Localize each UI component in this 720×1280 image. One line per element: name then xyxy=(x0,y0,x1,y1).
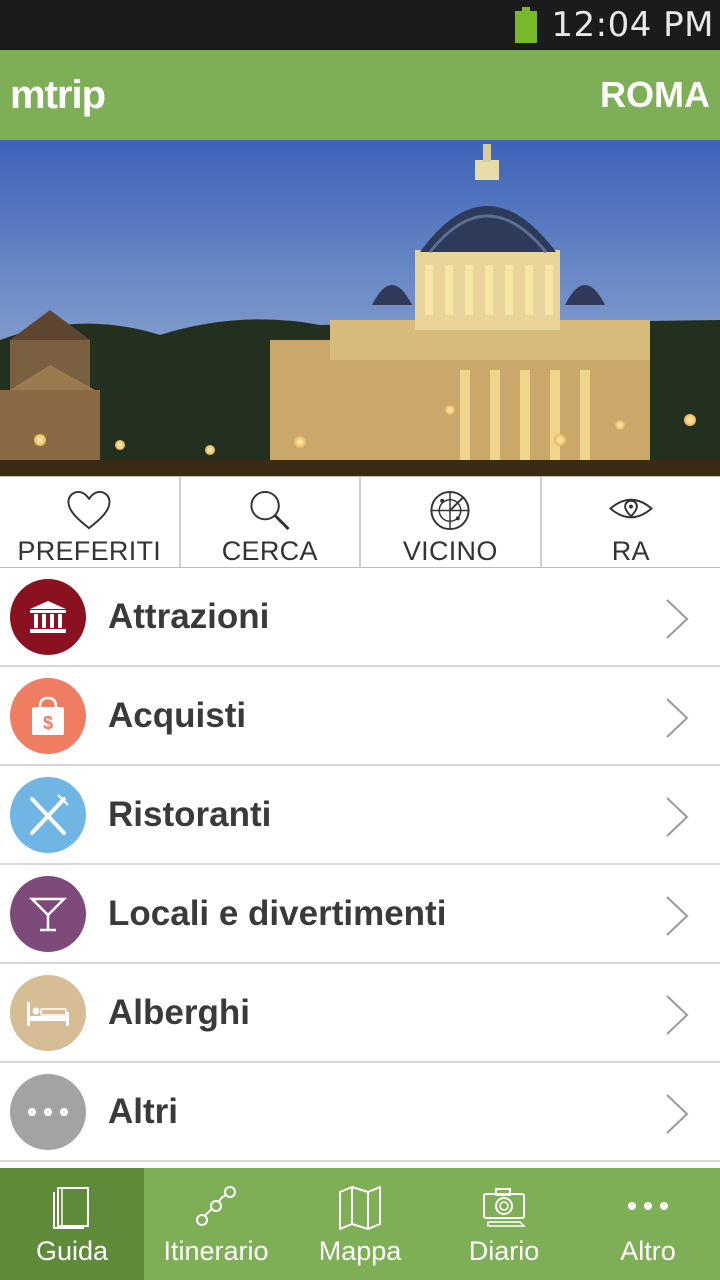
tab-label: Altro xyxy=(620,1236,676,1266)
chevron-right-icon xyxy=(666,896,689,936)
museum-icon xyxy=(10,578,86,655)
category-list: Attrazioni $ Acquisti Ristoranti Locali … xyxy=(0,568,720,1162)
app-logo: mtrip xyxy=(10,72,106,117)
category-label: Ristoranti xyxy=(108,794,272,834)
tab-label: Guida xyxy=(35,1236,109,1266)
app-header: mtrip ROMA xyxy=(0,50,720,140)
category-row-restaurants[interactable]: Ristoranti xyxy=(0,766,720,865)
chevron-right-icon xyxy=(666,599,689,639)
chevron-right-icon xyxy=(666,995,689,1035)
category-label: Alberghi xyxy=(108,992,250,1032)
category-row-hotels[interactable]: Alberghi xyxy=(0,964,720,1063)
city-selector[interactable]: ROMA xyxy=(600,74,710,116)
basilica-illustration xyxy=(0,140,720,476)
category-row-nightlife[interactable]: Locali e divertimenti xyxy=(0,865,720,964)
category-row-attractions[interactable]: Attrazioni xyxy=(0,568,720,667)
search-label: CERCA xyxy=(221,536,318,566)
category-label: Acquisti xyxy=(108,695,247,735)
category-label: Attrazioni xyxy=(108,596,270,636)
category-row-shopping[interactable]: $ Acquisti xyxy=(0,667,720,766)
more-icon xyxy=(10,1073,86,1150)
heart-icon xyxy=(67,490,111,530)
battery-icon xyxy=(515,7,538,43)
status-time: 12:04 PM xyxy=(551,5,714,45)
category-label: Locali e divertimenti xyxy=(108,893,447,933)
radar-icon xyxy=(430,490,470,531)
camera-icon xyxy=(483,1188,526,1227)
nearby-button[interactable]: VICINO xyxy=(361,477,542,567)
status-bar: 12:04 PM xyxy=(0,0,720,50)
tab-label: Itinerario xyxy=(163,1236,269,1266)
tab-itinerario[interactable]: Itinerario xyxy=(144,1168,288,1280)
favorites-label: PREFERITI xyxy=(17,536,162,566)
tab-altro[interactable]: Altro xyxy=(576,1168,720,1280)
shopping-bag-icon: $ xyxy=(10,677,86,754)
chevron-right-icon xyxy=(666,797,689,837)
search-icon xyxy=(250,490,290,531)
search-button[interactable]: CERCA xyxy=(181,477,361,567)
tab-guida[interactable]: Guida xyxy=(0,1168,144,1280)
chevron-right-icon xyxy=(666,698,689,738)
quick-actions: PREFERITI CERCA VICINO RA xyxy=(0,476,720,568)
route-icon xyxy=(196,1186,236,1226)
favorites-button[interactable]: PREFERITI xyxy=(0,477,181,567)
hero-image xyxy=(0,140,720,476)
ar-button[interactable]: RA xyxy=(542,477,720,567)
eye-icon xyxy=(608,498,653,519)
svg-text:$: $ xyxy=(43,713,53,733)
tab-label: Diario xyxy=(468,1236,540,1266)
bottom-nav: Guida Itinerario Mappa Diario Altro xyxy=(0,1168,720,1280)
nearby-label: VICINO xyxy=(402,536,498,566)
tab-diario[interactable]: Diario xyxy=(432,1168,576,1280)
cocktail-icon xyxy=(10,875,86,952)
more-icon xyxy=(628,1202,668,1210)
tab-mappa[interactable]: Mappa xyxy=(288,1168,432,1280)
bed-icon xyxy=(10,974,86,1051)
category-row-others[interactable]: Altri xyxy=(0,1063,720,1162)
category-label: Altri xyxy=(108,1091,178,1131)
ar-label: RA xyxy=(611,536,650,566)
tab-label: Mappa xyxy=(318,1236,402,1266)
map-icon xyxy=(339,1185,381,1230)
cutlery-icon xyxy=(10,776,86,853)
chevron-right-icon xyxy=(666,1094,689,1134)
guide-book-icon xyxy=(53,1187,89,1229)
